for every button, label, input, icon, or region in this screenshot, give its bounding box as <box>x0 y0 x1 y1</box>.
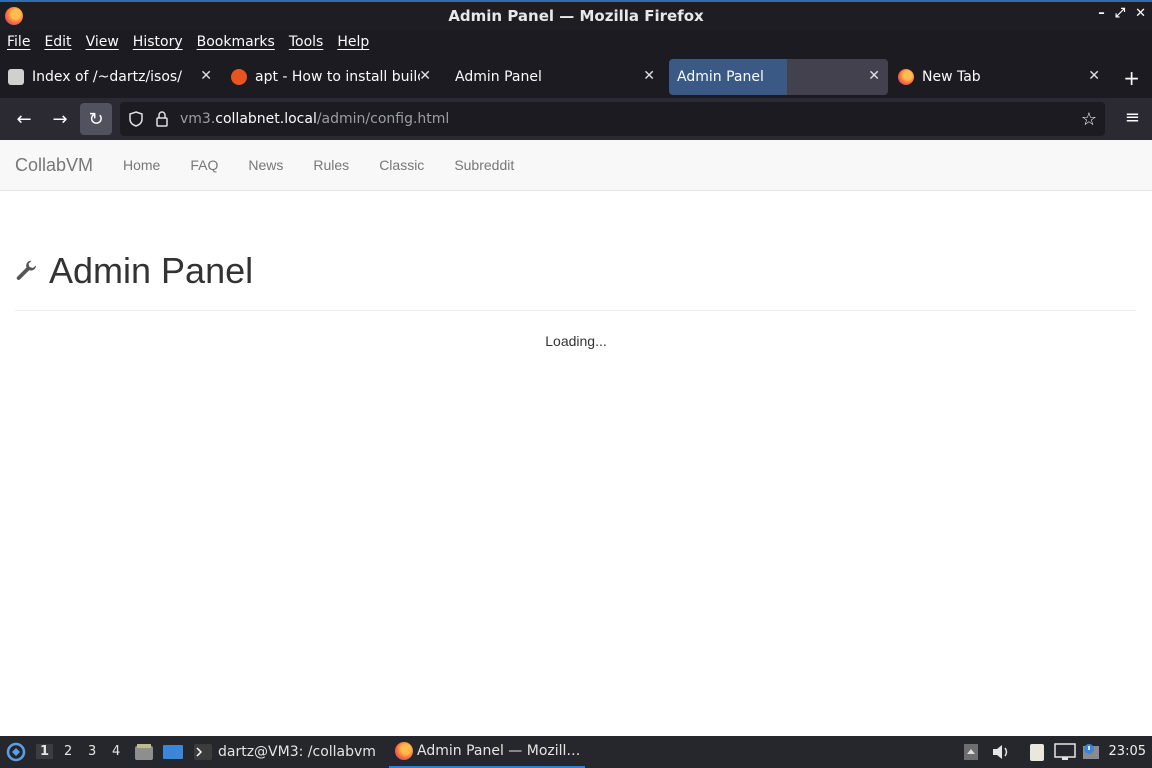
new-tab-button[interactable]: + <box>1123 66 1140 90</box>
nav-subreddit[interactable]: Subreddit <box>454 157 514 173</box>
tab-close-icon[interactable]: ✕ <box>643 68 655 84</box>
menu-help[interactable]: Help <box>337 34 369 50</box>
tab-admin-panel-active[interactable]: Admin Panel ✕ <box>669 59 888 95</box>
menu-view[interactable]: View <box>86 34 119 50</box>
nav-faq[interactable]: FAQ <box>190 157 218 173</box>
tray-up-icon[interactable] <box>963 736 979 768</box>
tab-new-tab[interactable]: New Tab ✕ <box>898 59 1108 95</box>
page-header: Admin Panel <box>15 250 253 292</box>
terminal-icon <box>194 744 212 760</box>
volume-icon[interactable] <box>991 736 1011 768</box>
tab-close-icon[interactable]: ✕ <box>868 68 880 84</box>
taskbar: 1 2 3 4 dartz@VM3: /collabvm Admin Panel… <box>0 736 1152 768</box>
url-host: collabnet.local <box>215 111 317 127</box>
workspace-1[interactable]: 1 <box>36 744 54 759</box>
file-manager-icon[interactable] <box>134 736 154 768</box>
network-icon[interactable] <box>1054 736 1076 768</box>
page-content: CollabVM Home FAQ News Rules Classic Sub… <box>0 140 1152 736</box>
task-firefox[interactable]: Admin Panel — Mozill… <box>389 736 585 768</box>
window-titlebar: Admin Panel — Mozilla Firefox – ⤢ ✕ <box>0 0 1152 30</box>
start-menu-icon[interactable] <box>6 736 26 768</box>
reload-button[interactable]: ↻ <box>80 103 112 135</box>
minimize-icon[interactable]: – <box>1098 6 1105 21</box>
navigation-toolbar: ← → ↻ vm3. collabnet.local/admin/config.h… <box>0 98 1152 140</box>
clock: 23:05 <box>1108 744 1146 759</box>
task-terminal[interactable]: dartz@VM3: /collabvm <box>194 736 376 768</box>
site-brand[interactable]: CollabVM <box>15 155 93 176</box>
clipboard-icon[interactable] <box>1028 736 1046 768</box>
nav-classic[interactable]: Classic <box>379 157 424 173</box>
notification-icon[interactable] <box>1081 736 1101 768</box>
lock-icon[interactable] <box>154 110 170 132</box>
firefox-icon <box>395 742 413 760</box>
firefox-logo-icon <box>5 7 23 25</box>
desktop-icon[interactable] <box>162 736 184 768</box>
nav-rules[interactable]: Rules <box>313 157 349 173</box>
divider <box>15 310 1136 311</box>
back-button[interactable]: ← <box>8 103 40 135</box>
firefox-icon <box>898 69 914 85</box>
tab-close-icon[interactable]: ✕ <box>1088 68 1100 84</box>
url-prefix: vm3. <box>180 111 216 127</box>
menu-bookmarks[interactable]: Bookmarks <box>197 34 275 50</box>
tab-close-icon[interactable]: ✕ <box>200 68 212 84</box>
shield-icon[interactable] <box>128 111 144 131</box>
menu-edit[interactable]: Edit <box>44 34 71 50</box>
close-icon[interactable]: ✕ <box>1135 6 1146 21</box>
forward-button[interactable]: → <box>44 103 76 135</box>
url-bar[interactable]: vm3. collabnet.local/admin/config.html ☆ <box>120 102 1105 136</box>
site-navbar: CollabVM Home FAQ News Rules Classic Sub… <box>0 140 1152 191</box>
nav-news[interactable]: News <box>248 157 283 173</box>
page-title: Admin Panel <box>49 250 254 291</box>
askubuntu-icon <box>231 69 247 85</box>
url-path: /admin/config.html <box>316 111 450 127</box>
server-icon <box>8 69 24 85</box>
tab-bar: Index of /~dartz/isos/ ✕ apt - How to in… <box>0 56 1152 98</box>
maximize-icon[interactable]: ⤢ <box>1115 6 1125 21</box>
wrench-icon <box>16 260 37 280</box>
tab-admin-panel-1[interactable]: Admin Panel ✕ <box>447 59 663 95</box>
tab-close-icon[interactable]: ✕ <box>419 68 431 84</box>
menu-file[interactable]: File <box>7 34 30 50</box>
menu-tools[interactable]: Tools <box>289 34 324 50</box>
workspace-3[interactable]: 3 <box>88 744 96 759</box>
menu-history[interactable]: History <box>133 34 183 50</box>
app-menu-icon[interactable]: ≡ <box>1125 107 1140 128</box>
loading-text: Loading... <box>545 333 607 349</box>
bookmark-star-icon[interactable]: ☆ <box>1081 109 1097 130</box>
nav-home[interactable]: Home <box>123 157 160 173</box>
tab-index-isos[interactable]: Index of /~dartz/isos/ ✕ <box>8 59 220 95</box>
menu-bar: File Edit View History Bookmarks Tools H… <box>0 30 1152 54</box>
window-title: Admin Panel — Mozilla Firefox <box>448 7 704 25</box>
workspace-2[interactable]: 2 <box>64 744 72 759</box>
workspace-4[interactable]: 4 <box>112 744 120 759</box>
tab-askubuntu[interactable]: apt - How to install build- ✕ <box>231 59 439 95</box>
